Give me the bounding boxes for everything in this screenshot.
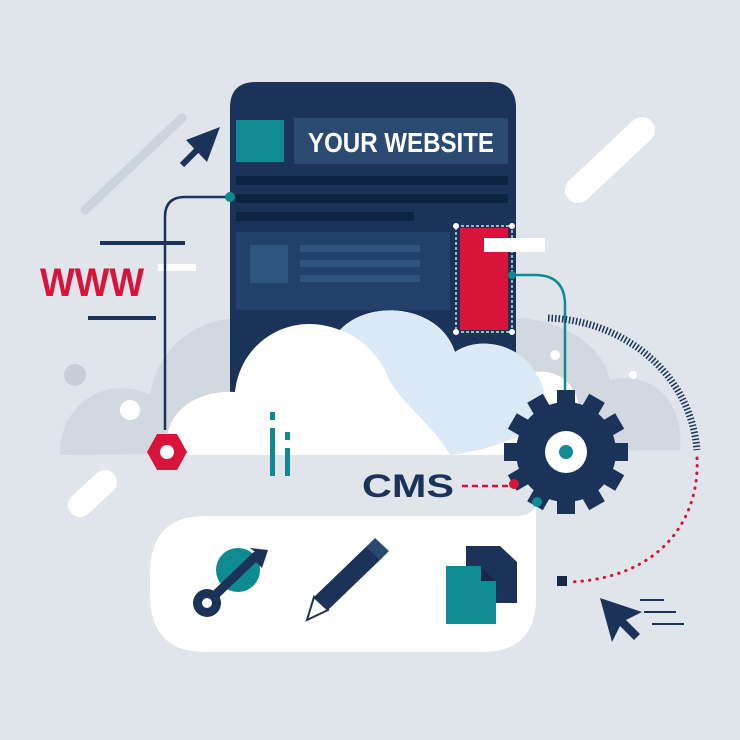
website-title: YOUR WEBSITE <box>308 127 494 158</box>
cms-label-group: CMS <box>362 468 519 504</box>
content-image <box>250 245 288 283</box>
nav-bar-2 <box>236 194 508 203</box>
nav-bar <box>236 176 508 185</box>
logo-placeholder <box>236 120 284 162</box>
selected-element[interactable] <box>453 223 545 335</box>
white-tag <box>484 238 545 252</box>
web-cms-illustration: YOUR WEBSITE WWW CMS <box>40 82 701 652</box>
www-label: WWW <box>40 261 144 305</box>
www-label-group: WWW <box>40 241 196 320</box>
cms-label: CMS <box>362 468 454 504</box>
mouse-pointer-icon <box>600 598 684 642</box>
arrow-cursor-icon <box>179 127 220 168</box>
nav-bar-3 <box>236 212 414 221</box>
